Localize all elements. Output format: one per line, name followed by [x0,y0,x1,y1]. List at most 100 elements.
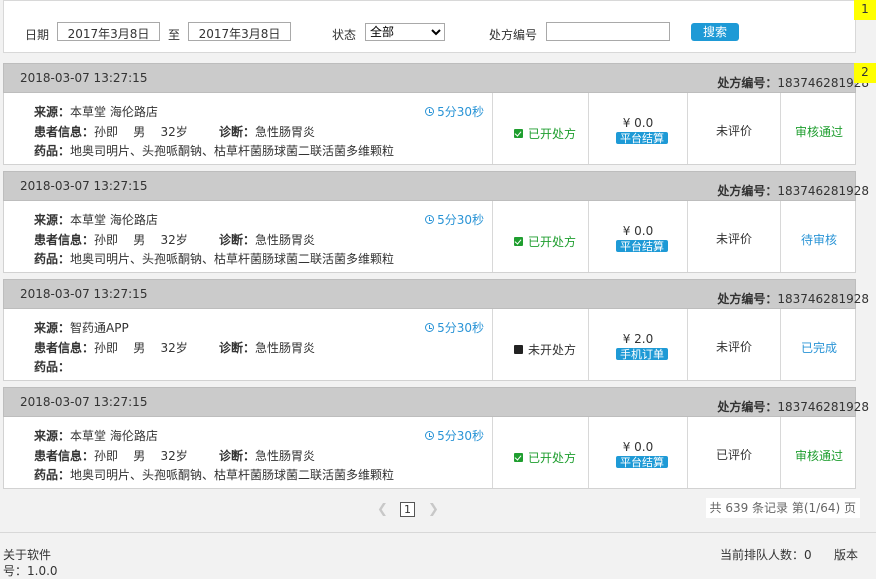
rx-number-input[interactable] [546,22,670,41]
rx-number-label: 处方编号： [717,292,778,306]
clock-icon [425,107,435,116]
audit-cell: 审核通过 [780,417,857,488]
filter-bar: 日期 2017年3月8日 至 2017年3月8日 状态 全部 处方编号 搜索 [3,0,856,53]
patient-value: 孙即 男 32岁 [94,233,188,247]
wait-timer: 5分30秒 [425,319,484,336]
chevron-right-icon[interactable]: ❯ [428,502,439,517]
rx-number-label: 处方编号 [489,28,538,42]
order-body[interactable]: 来源：智药通APP 患者信息：孙即 男 32岁 诊断：急性肠胃炎 药品： 5分3… [3,309,856,381]
rating-status: 未评价 [715,232,752,246]
source-value: 本草堂 海伦路店 [70,213,158,227]
status-text: 已开处方 [528,235,577,249]
checkbox-checked-icon [514,237,523,246]
clock-icon [425,323,435,332]
order-info-cell: 来源：智药通APP 患者信息：孙即 男 32岁 诊断：急性肠胃炎 药品： 5分3… [4,309,492,380]
payment-tag: 平台结算 [616,132,668,144]
pagination: ❮ 1 ❯ 共 639 条记录 第(1/64) 页 [0,498,876,522]
diagnosis-label: 诊断： [219,125,256,139]
order-body[interactable]: 来源：本草堂 海伦路店 患者信息：孙即 男 32岁 诊断：急性肠胃炎 药品：地奥… [3,417,856,489]
drugs-label: 药品： [34,360,71,374]
diagnosis-value: 急性肠胃炎 [255,449,316,463]
prescription-status: 已开处方 [514,233,576,250]
chevron-left-icon[interactable]: ❮ [377,502,388,517]
date-to-field[interactable]: 2017年3月8日 [188,22,291,41]
patient-line: 患者信息：孙即 男 32岁 [34,447,188,464]
date-from-field[interactable]: 2017年3月8日 [57,22,160,41]
drugs-label: 药品： [34,468,71,482]
price-cell: ¥ 0.0 平台结算 [588,201,687,272]
date-label: 日期 [25,28,50,42]
source-value: 智药通APP [70,321,129,335]
search-button[interactable]: 搜索 [691,23,739,41]
order-rx-number: 处方编号：183746281928 [717,398,869,415]
audit-cell: 待审核 [780,201,857,272]
rx-number-label: 处方编号： [717,184,778,198]
price-cell: ¥ 2.0 手机订单 [588,309,687,380]
audit-cell: 审核通过 [780,93,857,164]
prescription-status-cell: 已开处方 [492,417,588,488]
patient-line: 患者信息：孙即 男 32岁 [34,123,188,140]
clock-icon [425,215,435,224]
diagnosis-line: 诊断：急性肠胃炎 [219,123,315,140]
checkbox-checked-icon [514,453,523,462]
prescription-status-cell: 已开处方 [492,93,588,164]
audit-cell: 已完成 [780,309,857,380]
source-value: 本草堂 海伦路店 [70,429,158,443]
prescription-status: 未开处方 [514,341,576,358]
patient-value: 孙即 男 32岁 [94,341,188,355]
page-number[interactable]: 1 [400,502,415,517]
drugs-line: 药品： [34,358,70,375]
source-line: 来源：本草堂 海伦路店 [34,427,158,444]
patient-label: 患者信息： [34,449,95,463]
status-select[interactable]: 全部 [365,23,445,41]
timer-value: 5分30秒 [437,213,484,227]
source-label: 来源： [34,213,71,227]
queue-count: 当前排队人数：0 [720,548,812,562]
wait-timer: 5分30秒 [425,427,484,444]
prescription-status-cell: 已开处方 [492,201,588,272]
diagnosis-label: 诊断： [219,233,256,247]
audit-status-link[interactable]: 待审核 [781,231,857,248]
prescription-status: 已开处方 [514,125,576,142]
order-card: 2018-03-07 13:27:15 处方编号：183746281928 来源… [3,387,869,489]
diagnosis-line: 诊断：急性肠胃炎 [219,231,315,248]
order-card: 2018-03-07 13:27:15 处方编号：183746281928 来源… [3,171,869,273]
drugs-label: 药品： [34,252,71,266]
audit-status-link[interactable]: 审核通过 [781,447,857,464]
order-body[interactable]: 来源：本草堂 海伦路店 患者信息：孙即 男 32岁 诊断：急性肠胃炎 药品：地奥… [3,201,856,273]
price-cell: ¥ 0.0 平台结算 [588,93,687,164]
rating-cell: 未评价 [687,93,780,164]
source-value: 本草堂 海伦路店 [70,105,158,119]
square-icon [514,345,523,354]
audit-status-link[interactable]: 已完成 [781,339,857,356]
rx-number-label: 处方编号： [717,76,778,90]
patient-label: 患者信息： [34,233,95,247]
order-info-cell: 来源：本草堂 海伦路店 患者信息：孙即 男 32岁 诊断：急性肠胃炎 药品：地奥… [4,93,492,164]
to-label: 至 [168,28,181,42]
price-cell: ¥ 0.0 平台结算 [588,417,687,488]
order-card: 2018-03-07 13:27:15 处方编号：183746281928 来源… [3,63,869,165]
patient-line: 患者信息：孙即 男 32岁 [34,339,188,356]
annotation-marker-2: 2 [854,63,876,83]
drugs-value: 地奥司明片、头孢哌酮钠、枯草杆菌肠球菌二联活菌多维颗粒 [70,252,395,266]
drugs-value: 地奥司明片、头孢哌酮钠、枯草杆菌肠球菌二联活菌多维颗粒 [70,468,395,482]
wait-timer: 5分30秒 [425,211,484,228]
audit-status-link[interactable]: 审核通过 [781,123,857,140]
about-software-link[interactable]: 关于软件 [3,546,51,563]
order-datetime: 2018-03-07 13:27:15 [20,71,148,85]
timer-value: 5分30秒 [437,429,484,443]
drugs-line: 药品：地奥司明片、头孢哌酮钠、枯草杆菌肠球菌二联活菌多维颗粒 [34,142,394,159]
payment-tag: 平台结算 [616,456,668,468]
status-text: 已开处方 [528,451,577,465]
wait-timer: 5分30秒 [425,103,484,120]
payment-tag: 手机订单 [616,348,668,360]
order-rx-number: 处方编号：183746281928 [717,74,869,91]
price-amount: ¥ 0.0 [622,116,654,130]
version-number: 号：1.0.0 [3,564,58,578]
rx-number-value: 183746281928 [777,184,869,198]
patient-label: 患者信息： [34,341,95,355]
source-label: 来源： [34,429,71,443]
order-body[interactable]: 来源：本草堂 海伦路店 患者信息：孙即 男 32岁 诊断：急性肠胃炎 药品：地奥… [3,93,856,165]
price-amount: ¥ 2.0 [622,332,654,346]
version-label: 版本 [834,548,859,562]
